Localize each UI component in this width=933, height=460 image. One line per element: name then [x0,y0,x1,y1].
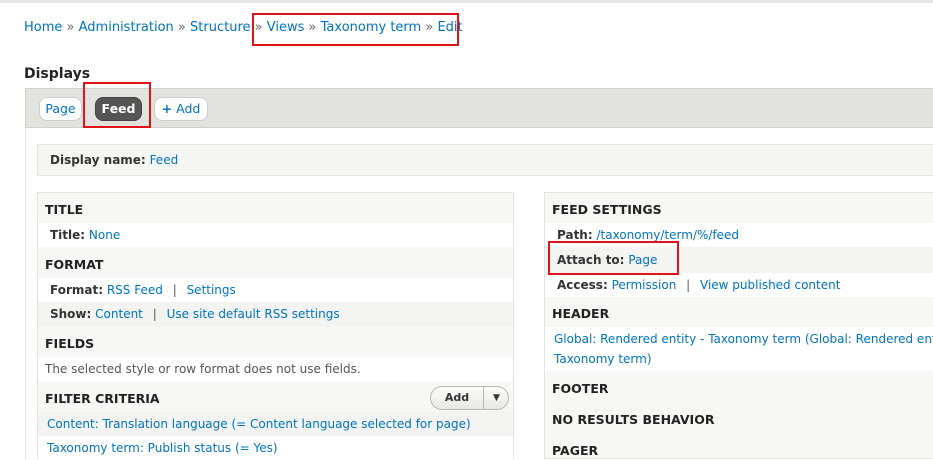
breadcrumb-administration[interactable]: Administration [79,20,174,35]
tab-page[interactable]: Page [39,97,82,121]
format-value-link[interactable]: RSS Feed [107,283,163,297]
filter-link-publish-status[interactable]: Taxonomy term: Publish status (= Yes) [47,441,278,455]
title-row: Title: None [38,223,513,247]
footer-heading: FOOTER [552,381,609,396]
display-tabs: Page Feed + Add [25,88,933,128]
breadcrumb-structure[interactable]: Structure [190,20,250,35]
breadcrumb-separator: » [177,20,186,35]
add-display-button[interactable]: + Add [154,97,208,121]
no-results-heading: NO RESULTS BEHAVIOR [552,412,715,427]
access-extra-link[interactable]: View published content [700,278,840,292]
access-value-link[interactable]: Permission [612,278,677,292]
display-name-label: Display name: [50,153,146,167]
chevron-down-icon[interactable]: ▼ [484,387,509,409]
show-row: Show: Content | Use site default RSS set… [38,302,513,326]
show-settings-link[interactable]: Use site default RSS settings [167,307,340,321]
highlight-feed-tab [83,82,151,128]
top-border [0,0,933,3]
title-value-link[interactable]: None [89,228,120,242]
path-value-link[interactable]: /taxonomy/term/%/feed [596,228,739,242]
filter-link-translation-language[interactable]: Content: Translation language (= Content… [47,417,471,431]
add-display-label: Add [176,101,201,116]
breadcrumb-separator: » [66,20,75,35]
filter-add-dropbutton: Add ▼ [430,386,509,410]
highlight-attach-to [548,241,679,275]
plus-icon: + [161,101,173,116]
fields-note-row: The selected style or row format does no… [38,357,513,381]
title-label: Title: [50,228,86,242]
format-heading: FORMAT [45,257,104,272]
pipe-divider: | [152,307,157,321]
left-column: TITLE Title: None FORMAT Format: RSS Fee… [37,192,514,460]
title-heading: TITLE [45,202,84,217]
path-label: Path: [557,228,593,242]
display-name-value[interactable]: Feed [150,153,179,167]
fields-heading: FIELDS [45,336,95,351]
breadcrumb-home[interactable]: Home [24,20,62,35]
show-label: Show: [50,307,92,321]
displays-heading: Displays [24,66,91,82]
feed-settings-heading: FEED SETTINGS [552,202,662,217]
header-item: Global: Rendered entity - Taxonomy term … [545,327,933,371]
format-label: Format: [50,283,104,297]
pipe-divider: | [172,283,177,297]
show-value-link[interactable]: Content [95,307,143,321]
right-column: FEED SETTINGS Path: /taxonomy/term/%/fee… [544,192,933,459]
format-row: Format: RSS Feed | Settings [38,278,513,302]
fields-note: The selected style or row format does no… [45,362,361,376]
pager-heading: PAGER [552,443,599,458]
format-settings-link[interactable]: Settings [187,283,236,297]
header-item-link[interactable]: Global: Rendered entity - Taxonomy term … [554,332,933,346]
highlight-breadcrumb [252,13,459,46]
filter-add-button[interactable]: Add [431,387,483,409]
filter-item: Taxonomy term: Publish status (= Yes) [38,436,513,460]
access-row: Access: Permission | View published cont… [545,273,933,297]
access-label: Access: [557,278,608,292]
header-heading: HEADER [552,306,610,321]
filter-item: Content: Translation language (= Content… [38,412,513,436]
pipe-divider: | [686,278,691,292]
display-name-row: Display name: Feed [37,144,933,176]
header-item-link-continued[interactable]: Taxonomy term) [554,352,652,366]
